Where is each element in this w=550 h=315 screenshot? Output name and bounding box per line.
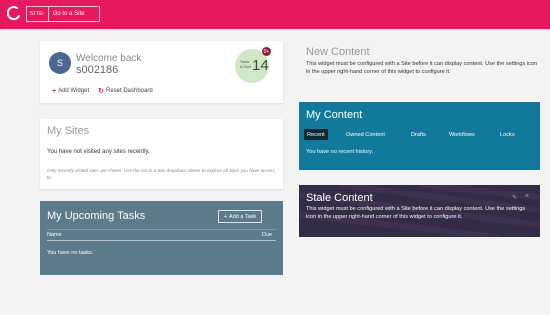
upcoming-tasks-title: My Upcoming Tasks xyxy=(47,210,146,222)
go-to-site-button[interactable]: Go to a Site xyxy=(49,11,85,17)
my-content-tabs: Recent Owned Content Drafts Workflows Lo… xyxy=(304,129,536,140)
dashboard-actions: + Add Widget ↻ Reset Dashboard xyxy=(52,87,153,96)
reset-dashboard-label: Reset Dashboard xyxy=(106,88,153,94)
site-chooser[interactable]: SITE: Go to a Site xyxy=(26,6,100,22)
my-sites-title: My Sites xyxy=(47,125,90,137)
avatar[interactable]: S xyxy=(49,52,71,74)
my-content-card: My Content Recent Owned Content Drafts W… xyxy=(299,102,540,170)
upcoming-tasks-card: My Upcoming Tasks + Add a Task Name Due … xyxy=(40,201,283,275)
logo-icon[interactable] xyxy=(7,5,21,21)
divider xyxy=(47,240,276,241)
stale-content-title: Stale Content xyxy=(306,192,373,204)
pencil-icon[interactable]: ✎ xyxy=(512,194,517,201)
add-task-label: Add a Task xyxy=(229,213,257,220)
my-content-empty-text: You have no recent history. xyxy=(306,149,374,155)
add-task-button[interactable]: + Add a Task xyxy=(218,210,262,223)
new-content-widget: New Content This widget must be configur… xyxy=(304,45,539,87)
welcome-title: Welcome back xyxy=(76,53,142,64)
tab-workflows[interactable]: Workflows xyxy=(446,129,478,140)
my-content-title: My Content xyxy=(306,109,363,121)
reset-dashboard-button[interactable]: ↻ Reset Dashboard xyxy=(98,87,153,95)
welcome-card: S Welcome back s002186 Tasks & Stuff 14 … xyxy=(40,41,283,103)
task-stat-value: 14 xyxy=(252,57,269,74)
new-content-message: This widget must be configured with a Si… xyxy=(306,61,538,76)
add-widget-label: Add Widget xyxy=(58,88,90,94)
add-widget-button[interactable]: + Add Widget xyxy=(52,87,89,95)
task-stat-circle[interactable]: Tasks & Stuff 14 0+ xyxy=(235,47,271,83)
username: s002186 xyxy=(76,64,119,76)
stale-content-card: Stale Content ✎ × This widget must be co… xyxy=(299,185,540,237)
column-header-name[interactable]: Name xyxy=(47,232,62,238)
tab-locks[interactable]: Locks xyxy=(497,129,518,140)
tasks-empty-text: You have no tasks. xyxy=(47,250,94,256)
top-bar: SITE: Go to a Site xyxy=(0,0,550,29)
my-sites-card: My Sites You have not visited any sites … xyxy=(40,119,283,189)
refresh-icon: ↻ xyxy=(98,88,104,95)
task-stat-label: Tasks & Stuff xyxy=(240,60,251,69)
divider xyxy=(47,229,276,230)
close-icon[interactable]: × xyxy=(525,193,529,200)
tab-drafts[interactable]: Drafts xyxy=(408,129,429,140)
my-sites-empty-text: You have not visited any sites recently. xyxy=(47,149,150,155)
plus-icon: + xyxy=(223,213,228,220)
plus-icon: + xyxy=(52,87,57,95)
stale-content-message: This widget must be configured with a Si… xyxy=(306,206,526,221)
new-content-title: New Content xyxy=(306,46,370,58)
site-label: SITE: xyxy=(27,7,49,21)
tab-recent[interactable]: Recent xyxy=(304,129,328,140)
tab-owned-content[interactable]: Owned Content xyxy=(343,129,388,140)
notification-badge[interactable]: 0+ xyxy=(262,47,271,56)
my-sites-note: Only recently visited sites are shown. U… xyxy=(47,168,275,180)
column-header-due[interactable]: Due xyxy=(262,232,272,238)
